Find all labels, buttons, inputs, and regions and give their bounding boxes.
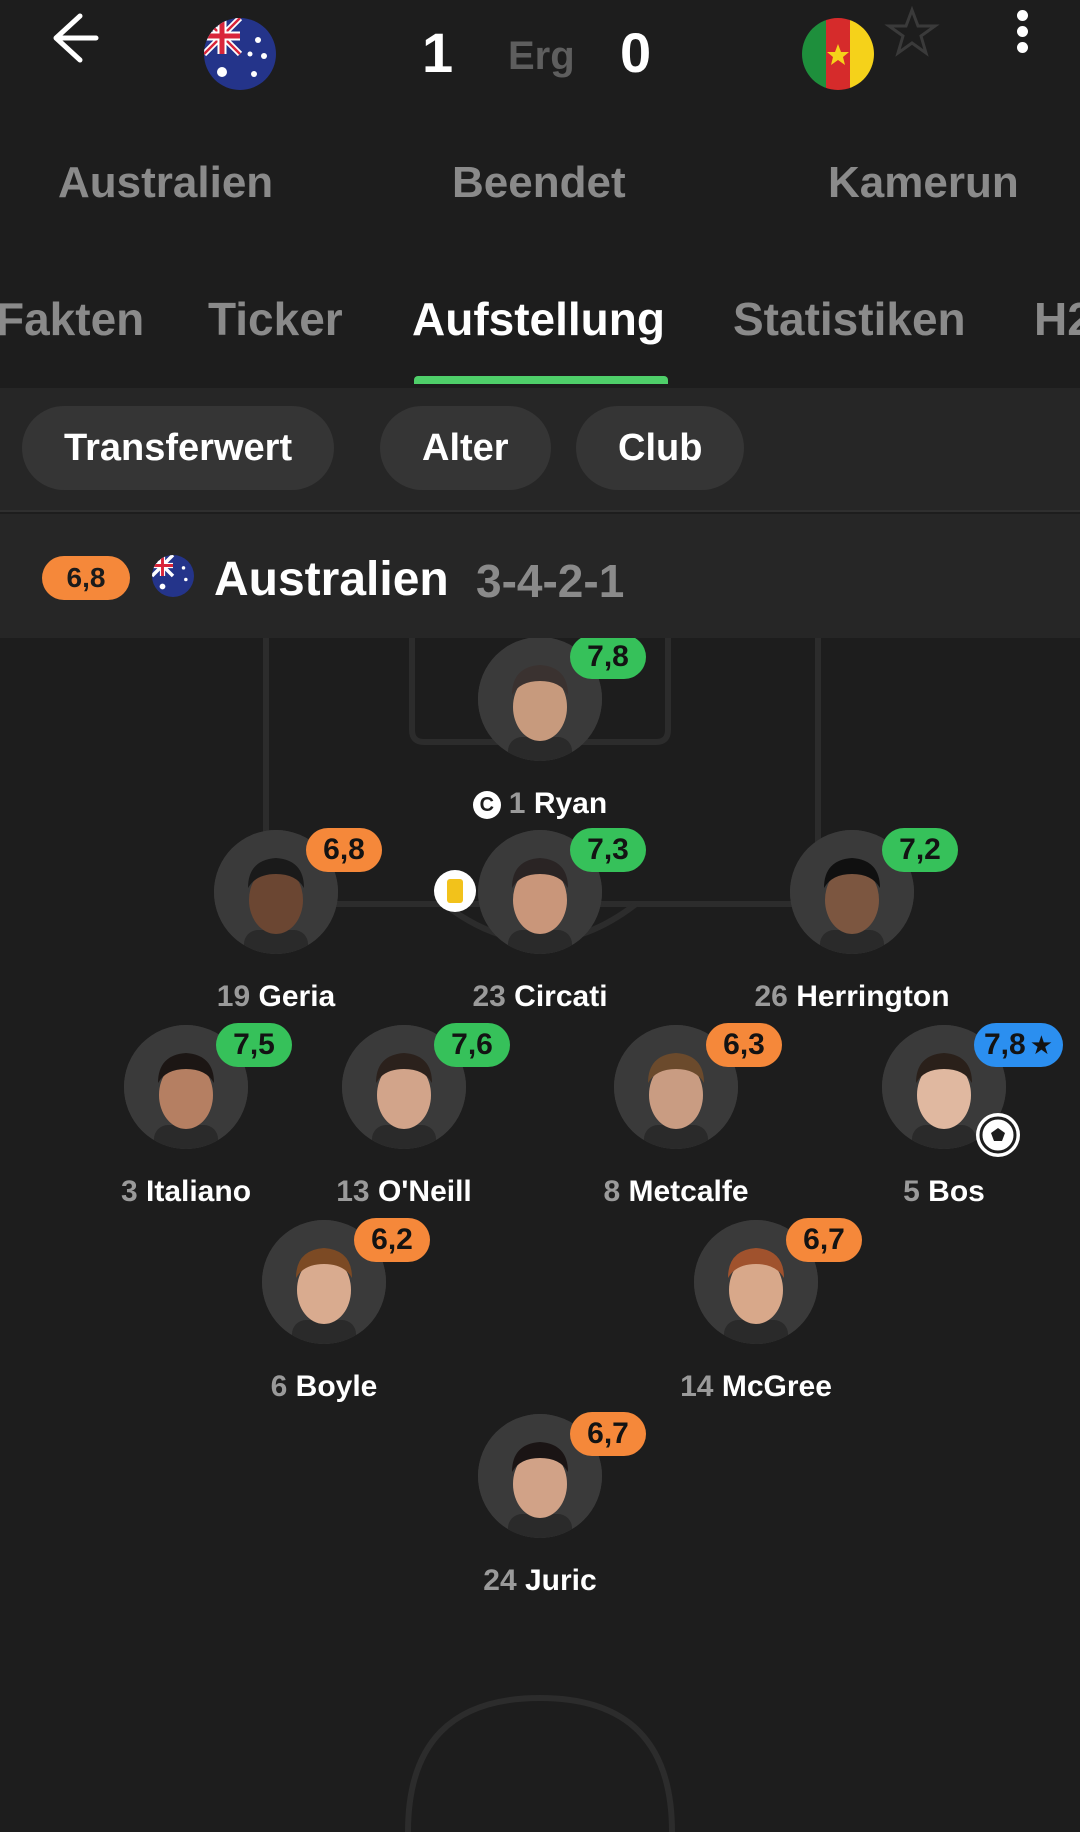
- player-name: O'Neill: [377, 1175, 472, 1208]
- tab-statistiken[interactable]: Statistiken: [733, 292, 966, 346]
- player-rating-value: 6,3: [723, 1028, 765, 1061]
- player-rating-badge: 6,2: [354, 1218, 430, 1262]
- australia-flag-icon: [204, 18, 276, 90]
- player-name-label: C1 Ryan: [390, 787, 690, 821]
- tab-fakten[interactable]: Fakten: [0, 292, 144, 346]
- player-token[interactable]: 7,8 ★ 5 Bos: [794, 1023, 1080, 1235]
- more-menu-button[interactable]: [1010, 6, 1034, 64]
- yellow-card-icon: [434, 870, 476, 912]
- player-token[interactable]: 7,8 C 1 Ryan: [390, 638, 690, 847]
- player-name: Bos: [928, 1175, 985, 1208]
- captain-icon: C: [472, 791, 501, 819]
- player-number: 3: [120, 1175, 146, 1208]
- player-rating-value: 7,8: [984, 1028, 1026, 1061]
- player-number: 14: [680, 1370, 722, 1403]
- score-separator: Erg: [508, 34, 575, 78]
- player-number: 1: [508, 787, 534, 820]
- player-name: Italiano: [146, 1175, 252, 1208]
- player-name: McGree: [721, 1370, 832, 1403]
- player-name: Geria: [258, 980, 336, 1013]
- player-rating-badge: 7,3: [570, 828, 646, 872]
- player-name-label: 23 Circati: [390, 980, 690, 1014]
- player-token[interactable]: 6,7 14 McGree: [606, 1218, 906, 1430]
- player-name: Herrington: [796, 980, 950, 1013]
- player-name-label: 8 Metcalfe: [526, 1175, 826, 1209]
- team-title: Australien: [214, 553, 449, 606]
- soccer-ball-icon: [976, 1113, 1020, 1157]
- player-number: 8: [603, 1175, 629, 1208]
- star-outline-icon: [884, 5, 940, 57]
- australia-flag-icon: [152, 555, 194, 597]
- match-header: 1 Erg 0 Australien Beendet Kamerun Fakte…: [0, 0, 1080, 388]
- player-rating-value: 6,8: [323, 833, 365, 866]
- player-name-label: 19 Geria: [126, 980, 426, 1014]
- player-rating-badge: 6,3: [706, 1023, 782, 1067]
- player-token[interactable]: 6,2 6 Boyle: [174, 1218, 474, 1430]
- player-token[interactable]: 6,3 8 Metcalfe: [526, 1023, 826, 1235]
- chip-alter[interactable]: Alter: [380, 406, 551, 490]
- player-rating-badge: 6,7: [570, 1412, 646, 1456]
- player-rating-badge: 6,7: [786, 1218, 862, 1262]
- player-name-label: 13 O'Neill: [254, 1175, 554, 1209]
- filter-chip-bar: Transferwert Alter Club: [0, 388, 1080, 512]
- home-team-name[interactable]: Australien: [58, 158, 273, 208]
- player-rating-badge: 7,6: [434, 1023, 510, 1067]
- player-name: Circati: [514, 980, 608, 1013]
- player-rating-badge: 6,8: [306, 828, 382, 872]
- more-vertical-icon: [1016, 10, 1028, 21]
- away-score: 0: [620, 21, 652, 84]
- player-rating-badge: 7,8 ★: [974, 1023, 1064, 1067]
- player-name-label: 26 Herrington: [702, 980, 1002, 1014]
- player-token[interactable]: 6,8 19 Geria: [126, 828, 426, 1040]
- player-number: 26: [754, 980, 797, 1013]
- back-button[interactable]: [40, 6, 110, 66]
- player-name: Metcalfe: [628, 1175, 749, 1208]
- away-team-name[interactable]: Kamerun: [828, 158, 1019, 208]
- player-rating-badge: 7,8: [570, 638, 646, 679]
- player-name-label: 5 Bos: [794, 1175, 1080, 1209]
- player-rating-value: 6,7: [587, 1417, 629, 1450]
- player-rating-value: 7,2: [899, 833, 941, 866]
- favorite-button[interactable]: [884, 4, 940, 60]
- player-name-label: 14 McGree: [606, 1370, 906, 1404]
- chip-club[interactable]: Club: [576, 406, 745, 490]
- player-token[interactable]: 6,7 24 Juric: [390, 1412, 690, 1624]
- arrow-left-icon: [53, 13, 99, 63]
- player-number: 6: [270, 1370, 296, 1403]
- player-name-label: 24 Juric: [390, 1564, 690, 1598]
- player-number: 13: [336, 1175, 378, 1208]
- player-rating-value: 7,6: [451, 1028, 493, 1061]
- player-name: Boyle: [295, 1370, 378, 1403]
- player-name: Juric: [525, 1564, 597, 1597]
- tab-bar: Fakten Ticker Aufstellung Statistiken H2: [0, 292, 1080, 388]
- player-token[interactable]: 7,2 26 Herrington: [702, 828, 1002, 1040]
- player-rating-badge: 7,2: [882, 828, 958, 872]
- cameroon-flag-icon: [802, 18, 874, 90]
- player-number: 19: [216, 980, 259, 1013]
- team-rating-badge: 6,8: [42, 556, 130, 600]
- player-rating-value: 7,8: [587, 640, 629, 673]
- player-number: 23: [472, 980, 515, 1013]
- home-score: 1: [422, 21, 454, 84]
- team-formation: 3-4-2-1: [476, 555, 625, 607]
- match-status: Beendet: [452, 158, 626, 207]
- tab-ticker[interactable]: Ticker: [208, 292, 343, 346]
- chip-transferwert[interactable]: Transferwert: [22, 406, 335, 490]
- player-rating-value: 7,3: [587, 833, 629, 866]
- player-token[interactable]: 7,6 13 O'Neill: [254, 1023, 554, 1235]
- player-number: 5: [903, 1175, 929, 1208]
- player-rating-value: 6,7: [803, 1223, 845, 1256]
- player-name-label: 6 Boyle: [174, 1370, 474, 1404]
- pitch: 7,8 C 1 Ryan 6,8 19 Geria 7,3 23 Circati 7,2 26 …: [0, 638, 1080, 1832]
- player-number: 24: [483, 1564, 525, 1597]
- player-name: Ryan: [533, 787, 608, 820]
- player-rating-value: 6,2: [371, 1223, 413, 1256]
- star-icon: ★: [1029, 1030, 1054, 1060]
- player-token[interactable]: 7,3 23 Circati: [390, 828, 690, 1040]
- active-tab-indicator: [414, 376, 668, 384]
- tab-aufstellung[interactable]: Aufstellung: [412, 292, 665, 346]
- tab-h2h[interactable]: H2: [1034, 292, 1080, 346]
